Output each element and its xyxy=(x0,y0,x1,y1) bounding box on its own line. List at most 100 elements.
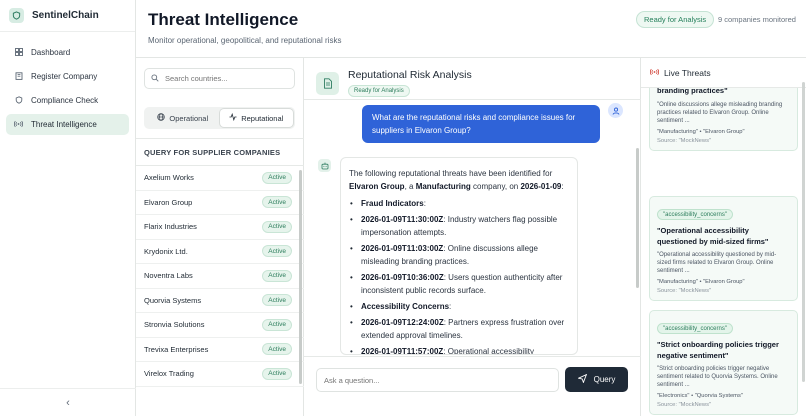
status-badge: Active xyxy=(262,318,292,331)
list-item[interactable]: Krydonix Ltd. Active xyxy=(136,240,304,264)
threat-source: Source: "MockNews" xyxy=(657,288,712,294)
finding-item: 2026-01-09T10:36:00Z: Users question aut… xyxy=(349,271,569,297)
threat-meta: "Electronics" • "Quorvia Systems" xyxy=(657,393,743,399)
page-title: Threat Intelligence xyxy=(148,10,299,29)
threat-list: branding practices" "Online discussions … xyxy=(641,88,806,416)
query-section-header: QUERY FOR SUPPLIER COMPANIES xyxy=(136,138,304,166)
status-badge: Active xyxy=(262,294,292,307)
tab-operational[interactable]: Operational xyxy=(146,109,220,127)
status-badge: Active xyxy=(262,220,292,233)
company-name: Krydonix Ltd. xyxy=(144,246,188,256)
threat-card[interactable]: branding practices" "Online discussions … xyxy=(649,88,798,151)
finding-item: 2026-01-09T11:03:00Z: Online discussions… xyxy=(349,242,569,268)
risk-type-toggle: Operational Reputational xyxy=(144,107,295,129)
company-name: Stronvia Solutions xyxy=(144,320,205,330)
search-input[interactable] xyxy=(165,74,285,83)
app-window: SentinelChain Dashboard Register Company… xyxy=(0,0,806,416)
brand: SentinelChain xyxy=(0,0,135,32)
list-item[interactable]: Axelium Works Active xyxy=(136,166,304,191)
status-badge: Active xyxy=(262,171,292,184)
user-message: What are the reputational risks and comp… xyxy=(362,105,600,143)
list-item[interactable]: Trevixa Enterprises Active xyxy=(136,338,304,362)
threat-title: branding practices" xyxy=(657,88,728,95)
list-item[interactable]: Stronvia Solutions Active xyxy=(136,313,304,338)
sidebar-item-register-company[interactable]: Register Company xyxy=(6,66,129,87)
tab-label: Operational xyxy=(169,113,209,123)
threat-meta: "Manufacturing" • "Elvaron Group" xyxy=(657,128,745,135)
section-heading: Accessibility Concerns: xyxy=(349,300,569,313)
sidebar-item-label: Dashboard xyxy=(31,48,71,57)
collapse-sidebar-button[interactable]: ‹ xyxy=(0,388,136,416)
finding-item: 2026-01-09T12:24:00Z: Partners express f… xyxy=(349,316,569,342)
live-threats-panel: Live Threats branding practices" "Online… xyxy=(641,58,806,416)
sidebar-item-compliance-check[interactable]: Compliance Check xyxy=(6,90,129,111)
list-item[interactable]: Flarix Industries Active xyxy=(136,215,304,240)
list-item[interactable]: Noventra Labs Active xyxy=(136,264,304,289)
chat-title: Reputational Risk Analysis xyxy=(348,69,472,81)
sidebar-item-label: Register Company xyxy=(31,72,98,81)
threat-category-tag: "accessibility_concerns" xyxy=(657,209,733,220)
finding-item: 2026-01-09T11:30:00Z: Industry watchers … xyxy=(349,213,569,239)
threat-meta: "Manufacturing" • "Elvaron Group" xyxy=(657,279,745,285)
finding-item: 2026-01-09T11:57:00Z: Operational access… xyxy=(349,345,569,354)
sidebar-item-label: Threat Intelligence xyxy=(31,120,97,129)
shield-check-icon xyxy=(13,95,24,106)
globe-icon xyxy=(157,113,166,123)
query-button[interactable]: Query xyxy=(565,367,628,392)
status-badge: Active xyxy=(262,269,292,282)
companies-count: 9 companies monitored xyxy=(718,15,796,24)
threat-card[interactable]: "accessibility_concerns" "Operational ac… xyxy=(649,196,798,301)
live-threats-scrollbar[interactable] xyxy=(802,82,805,382)
company-name: Axelium Works xyxy=(144,173,194,183)
radio-icon xyxy=(13,120,24,130)
list-item[interactable]: Quorvia Systems Active xyxy=(136,289,304,313)
sidebar: SentinelChain Dashboard Register Company… xyxy=(0,0,136,416)
threat-title: "Strict onboarding policies trigger nega… xyxy=(657,340,779,360)
company-panel: Operational Reputational QUERY FOR SUPPL… xyxy=(136,58,304,416)
status-badge: Active xyxy=(262,196,292,209)
chevron-left-icon: ‹ xyxy=(66,396,70,409)
threat-card[interactable]: "accessibility_concerns" "Strict onboard… xyxy=(649,310,798,415)
list-item[interactable]: Virelox Trading Active xyxy=(136,362,304,387)
status-badge: Active xyxy=(262,367,292,380)
company-list: Axelium Works Active Elvaron Group Active … xyxy=(136,166,304,387)
threat-title: "Operational accessibility questioned by… xyxy=(657,226,769,246)
document-icon xyxy=(316,72,339,95)
threat-source: Source: "MockNews" xyxy=(657,402,712,408)
assistant-message: The following reputational threats have … xyxy=(340,157,578,355)
assistant-intro: The following reputational threats have … xyxy=(349,169,564,191)
search-box[interactable] xyxy=(144,68,295,89)
brand-name: SentinelChain xyxy=(32,10,99,21)
company-list-scrollbar[interactable] xyxy=(299,170,302,384)
threat-category-tag: "accessibility_concerns" xyxy=(657,323,733,334)
radio-icon xyxy=(649,68,660,78)
live-threats-header: Live Threats xyxy=(641,58,806,88)
chat-header: Reputational Risk Analysis Ready for Ana… xyxy=(304,58,641,100)
building-icon xyxy=(13,71,24,82)
sidebar-nav: Dashboard Register Company Compliance Ch… xyxy=(0,32,135,135)
status-badge: Ready for Analysis xyxy=(348,85,410,97)
status-badge: Ready for Analysis xyxy=(636,11,715,28)
page-header: Threat Intelligence Monitor operational,… xyxy=(136,0,806,58)
question-input[interactable] xyxy=(316,368,559,392)
chat-scrollbar[interactable] xyxy=(636,148,639,288)
sidebar-item-dashboard[interactable]: Dashboard xyxy=(6,42,129,63)
sidebar-item-label: Compliance Check xyxy=(31,96,99,105)
threat-description: "Strict onboarding policies trigger nega… xyxy=(657,366,778,388)
status-badge: Active xyxy=(262,245,292,258)
bot-icon xyxy=(318,159,331,172)
tab-reputational[interactable]: Reputational xyxy=(219,109,293,127)
company-name: Flarix Industries xyxy=(144,222,197,232)
section-heading: Fraud Indicators: xyxy=(349,197,569,210)
threat-source: Source: "MockNews" xyxy=(657,137,712,144)
company-name: Virelox Trading xyxy=(144,369,194,379)
chat-panel: Reputational Risk Analysis Ready for Ana… xyxy=(304,58,641,416)
live-threats-title: Live Threats xyxy=(664,67,711,78)
company-name: Noventra Labs xyxy=(144,271,193,281)
list-item[interactable]: Elvaron Group Active xyxy=(136,191,304,215)
company-name: Trevixa Enterprises xyxy=(144,344,209,354)
threat-findings: Fraud Indicators: 2026-01-09T11:30:00Z: … xyxy=(349,197,569,354)
send-icon xyxy=(576,373,587,385)
sidebar-item-threat-intelligence[interactable]: Threat Intelligence xyxy=(6,114,129,135)
search-icon xyxy=(151,73,159,84)
